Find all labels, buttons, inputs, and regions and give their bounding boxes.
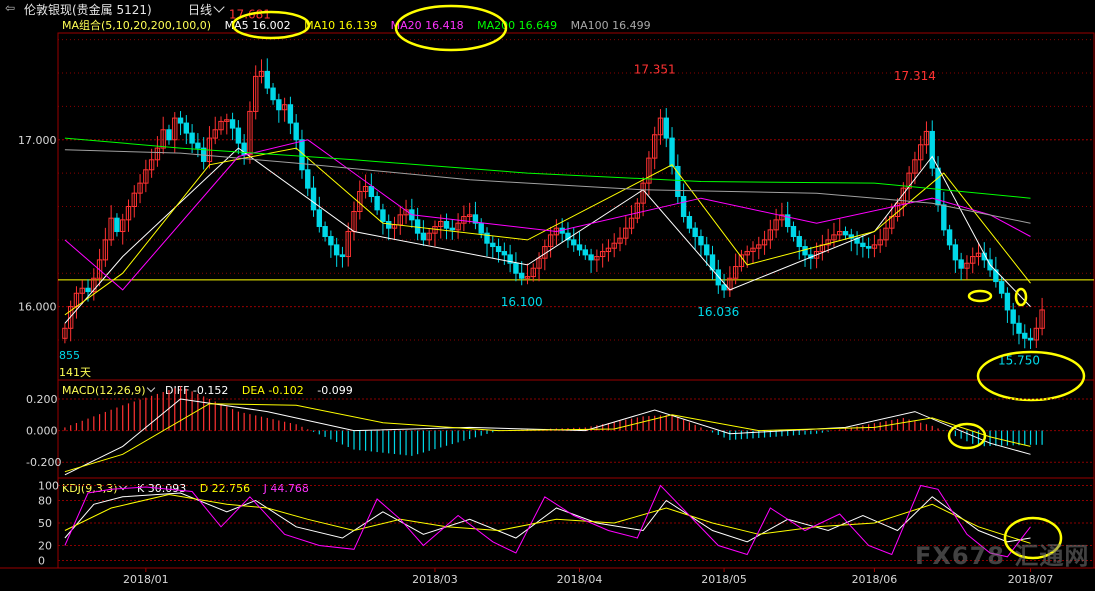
candle-body [495, 246, 502, 253]
macd-tick-label: 0.000 [26, 425, 58, 438]
candle-body [189, 132, 195, 144]
candle-body [333, 244, 340, 256]
candle-body [183, 122, 190, 134]
candle-body [449, 227, 456, 231]
candle-body [235, 127, 242, 144]
crossover-highlight-ellipse [967, 289, 993, 303]
candle-body [443, 221, 450, 229]
candle-body [571, 239, 577, 246]
macd-tick-label: 0.200 [26, 393, 58, 406]
date-tick-label: 2018/05 [701, 573, 747, 586]
kdj-tick-label: 100 [38, 480, 59, 493]
candle-body [946, 229, 953, 246]
candle-body [588, 254, 594, 261]
candle-body [680, 195, 687, 218]
candle-body [518, 272, 525, 279]
candle-body [958, 259, 964, 269]
candle-body [686, 216, 693, 229]
candle-body [796, 236, 802, 248]
candle-body [276, 99, 282, 111]
candle-body [386, 221, 392, 229]
candle-body [305, 169, 311, 189]
candle-body [166, 129, 172, 141]
candle-body [941, 204, 947, 231]
ma5-highlight-ellipse [231, 10, 311, 40]
candle-body [420, 232, 427, 241]
price-annotation: 16.036 [697, 305, 739, 319]
candle-body [287, 104, 294, 124]
candle-body [114, 217, 120, 233]
candle-body [339, 254, 346, 258]
kdj-tick-label: 0 [38, 555, 45, 568]
candle-body [576, 244, 583, 251]
candle-body [715, 269, 721, 286]
candle-body [1004, 292, 1011, 311]
candle-body [929, 130, 935, 169]
candle-body [1010, 309, 1016, 324]
low-value-label: 855 [59, 349, 80, 362]
candle-body [195, 142, 201, 149]
candle-body [993, 269, 999, 283]
ma20-highlight-ellipse [394, 4, 508, 52]
candle-body [177, 117, 184, 124]
candle-body [1016, 322, 1022, 334]
candle-body [374, 195, 380, 211]
candle-body [414, 219, 421, 234]
price-annotation: 16.100 [501, 295, 543, 309]
candle-body [270, 87, 276, 101]
candle-body [501, 251, 508, 256]
candle-body [229, 119, 236, 129]
price-tick-label: 16.000 [18, 301, 57, 314]
date-tick-label: 2018/01 [123, 573, 169, 586]
chart-canvas[interactable]: 17.00016.00017.68117.35116.10016.03617.3… [0, 0, 1095, 591]
candle-body [842, 231, 849, 236]
candle-body [998, 281, 1005, 294]
date-tick-label: 2018/07 [1008, 573, 1054, 586]
date-tick-label: 2018/04 [557, 573, 603, 586]
candle-body [582, 249, 589, 256]
candle-body [380, 209, 386, 223]
price-tick-label: 17.000 [18, 134, 57, 147]
macd-tick-label: -0.200 [26, 456, 61, 469]
kdj-tick-label: 50 [38, 517, 52, 530]
candle-body [704, 244, 710, 256]
candle-body [802, 246, 808, 256]
candle-body [860, 242, 866, 248]
watermark: FX678 汇通网 [915, 542, 1090, 570]
kdj-tick-label: 20 [38, 540, 52, 553]
date-tick-label: 2018/06 [852, 573, 898, 586]
candle-body [490, 242, 496, 248]
price-annotation: 17.351 [634, 62, 676, 76]
candle-body [692, 227, 698, 238]
bars-span-label: 141天 [59, 366, 91, 379]
candle-body [669, 137, 675, 167]
date-tick-label: 2018/03 [412, 573, 458, 586]
candle-body [663, 117, 669, 139]
candle-body [264, 70, 270, 89]
candle-body [478, 222, 484, 234]
candle-body [328, 236, 334, 246]
price-annotation: 17.314 [894, 69, 936, 83]
kdj-tick-label: 80 [38, 495, 52, 508]
candle-body [310, 187, 317, 211]
candle-body [865, 246, 872, 249]
candle-body [1027, 337, 1034, 341]
candle-body [322, 226, 328, 238]
candle-body [513, 262, 519, 274]
candle-body [368, 185, 375, 197]
candle-body [293, 122, 299, 141]
kdj-d-line [64, 493, 1031, 544]
candle-body [316, 209, 323, 228]
candle-body [790, 226, 797, 238]
candle-body [1022, 332, 1028, 339]
candle-body [952, 244, 959, 261]
candle-body [698, 236, 704, 246]
candle-body [85, 287, 91, 293]
